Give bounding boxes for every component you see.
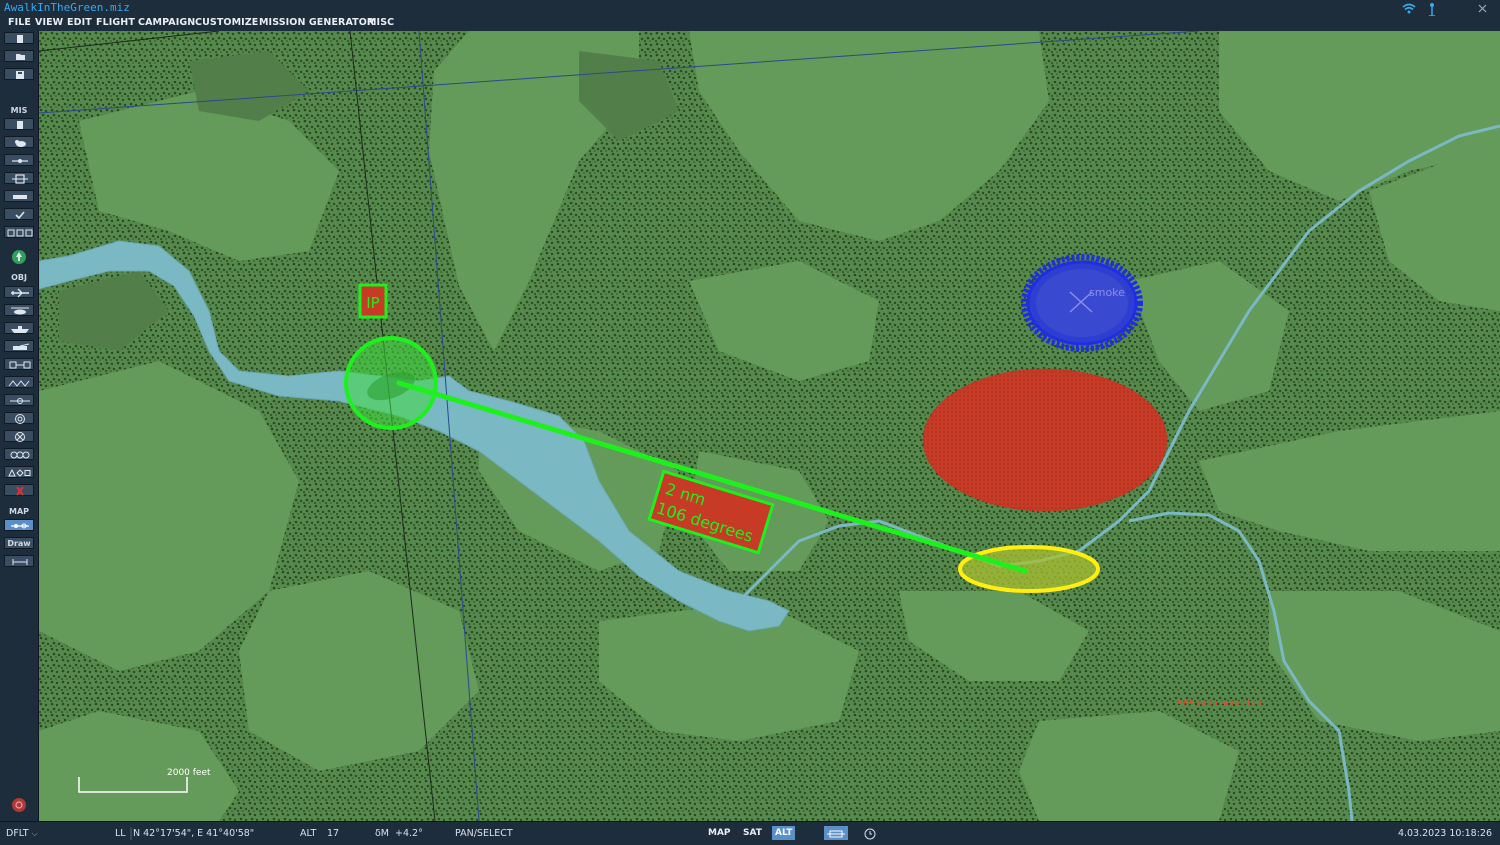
new-file-button[interactable] — [4, 32, 34, 44]
nav-points-button[interactable] — [4, 172, 34, 184]
open-file-button[interactable] — [4, 50, 34, 62]
template-icon — [8, 380, 30, 387]
add-group-button[interactable] — [4, 448, 34, 460]
profile-label: DFLT — [6, 828, 29, 839]
target-cross-icon — [15, 432, 25, 442]
target-box-icon — [12, 174, 28, 184]
save-icon — [16, 71, 24, 79]
timer-button[interactable] — [862, 826, 878, 840]
add-helicopter-button[interactable] — [4, 304, 34, 316]
goals-button[interactable] — [4, 190, 34, 202]
static-object-icon — [9, 361, 31, 369]
close-icon[interactable] — [1478, 4, 1487, 13]
status-bar: DFLT ⌵ LL | N 42°17'54", E 41°40'58" ALT… — [0, 821, 1500, 845]
folder-icon — [16, 54, 25, 60]
add-shapes-button[interactable] — [4, 466, 34, 478]
check-button[interactable] — [4, 208, 34, 220]
menu-file[interactable]: FILE — [8, 17, 31, 28]
add-template-button[interactable] — [4, 376, 34, 388]
map-options-button[interactable] — [4, 519, 34, 531]
map-terrain: smoke IP 2 nm 106 degrees SRS not connec… — [39, 31, 1500, 821]
layer-filter-button[interactable] — [824, 826, 848, 840]
add-zone-button[interactable] — [4, 412, 34, 424]
sat-view-button[interactable]: SAT — [740, 826, 765, 840]
scale-label: 2000 feet — [167, 768, 211, 778]
srs-status-icon[interactable] — [11, 797, 27, 813]
clipboard-icon — [17, 121, 23, 129]
coalitions-button[interactable] — [4, 226, 34, 238]
alt-label: ALT — [300, 828, 317, 839]
map-canvas[interactable]: smoke IP 2 nm 106 degrees SRS not connec… — [39, 31, 1500, 821]
layer-filter-icon — [827, 830, 845, 838]
menu-flight[interactable]: FLIGHT — [96, 17, 135, 28]
left-toolbar: MIS OBJ MAP Draw — [0, 31, 39, 821]
mis-section-label: MIS — [10, 106, 28, 115]
cursor-coords: N 42°17'54", E 41°40'58" — [133, 828, 255, 839]
obj-section-label: OBJ — [11, 273, 27, 282]
map-options-icon — [11, 523, 29, 529]
antenna-icon — [1429, 3, 1435, 16]
plane-icon — [11, 288, 29, 298]
window-title: AwalkInTheGreen.miz — [4, 1, 130, 14]
ip-marker[interactable]: IP — [358, 283, 388, 319]
map-section-label: MAP — [8, 507, 29, 516]
title-bar: AwalkInTheGreen.miz — [0, 0, 1500, 16]
triggers-button[interactable] — [4, 154, 34, 166]
clock-icon — [864, 828, 876, 840]
add-vehicle-button[interactable] — [4, 340, 34, 352]
zone-circle-icon — [15, 414, 25, 424]
alt-value: 17 — [327, 828, 340, 839]
magvar-label: δM — [375, 828, 390, 839]
ruler-button[interactable] — [4, 555, 34, 567]
edit-mode: PAN/SELECT — [455, 828, 513, 839]
trigger-icon — [12, 159, 28, 163]
new-file-icon — [17, 35, 23, 43]
coalition-boxes-icon — [7, 229, 33, 237]
delete-button[interactable] — [4, 484, 34, 496]
draw-button[interactable]: Draw — [4, 537, 34, 549]
shapes-icon — [8, 468, 31, 477]
map-view-button[interactable]: MAP — [705, 826, 734, 840]
compass-arrow-icon[interactable] — [11, 249, 27, 265]
add-ship-button[interactable] — [4, 322, 34, 334]
ip-label: IP — [366, 294, 379, 312]
add-target-button[interactable] — [4, 430, 34, 442]
airbase-icon — [10, 398, 30, 404]
weather-button[interactable] — [4, 136, 34, 148]
flag-icon — [13, 195, 27, 199]
chevron-down-icon: ⌵ — [31, 829, 38, 838]
menu-bar: FILE VIEW EDIT FLIGHT CAMPAIGN CUSTOMIZE… — [0, 16, 1500, 31]
menu-campaign[interactable]: CAMPAIGN — [138, 17, 195, 28]
menu-customize[interactable]: CUSTOMIZE — [195, 17, 258, 28]
menu-mission-generator[interactable]: MISSION GENERATOR — [259, 17, 374, 28]
wifi-icon — [1402, 3, 1416, 14]
delete-x-icon — [16, 486, 24, 496]
add-airbase-button[interactable] — [4, 394, 34, 406]
srs-status-text: SRS not connected — [1177, 699, 1262, 709]
coord-type-label[interactable]: LL — [115, 828, 126, 839]
group-rings-icon — [10, 451, 30, 459]
menu-misc[interactable]: MISC — [367, 17, 394, 28]
save-file-button[interactable] — [4, 68, 34, 80]
add-plane-button[interactable] — [4, 286, 34, 298]
briefing-button[interactable] — [4, 118, 34, 130]
profile-selector[interactable]: DFLT ⌵ — [6, 828, 38, 839]
add-static-button[interactable] — [4, 358, 34, 370]
red-zone[interactable] — [922, 368, 1168, 512]
ship-icon — [11, 326, 29, 333]
alt-view-button[interactable]: ALT — [772, 826, 796, 840]
menu-edit[interactable]: EDIT — [67, 17, 92, 28]
tank-icon — [13, 343, 30, 350]
smoke-label: smoke — [1089, 286, 1125, 299]
target-zone-yellow[interactable] — [958, 545, 1100, 593]
menu-view[interactable]: VIEW — [35, 17, 63, 28]
checkmark-icon — [15, 211, 25, 220]
weather-cloud-icon — [15, 140, 26, 147]
magvar-value: +4.2° — [395, 828, 423, 839]
datetime: 4.03.2023 10:18:26 — [1397, 828, 1492, 839]
ruler-icon — [12, 559, 28, 565]
helicopter-icon — [11, 307, 29, 315]
